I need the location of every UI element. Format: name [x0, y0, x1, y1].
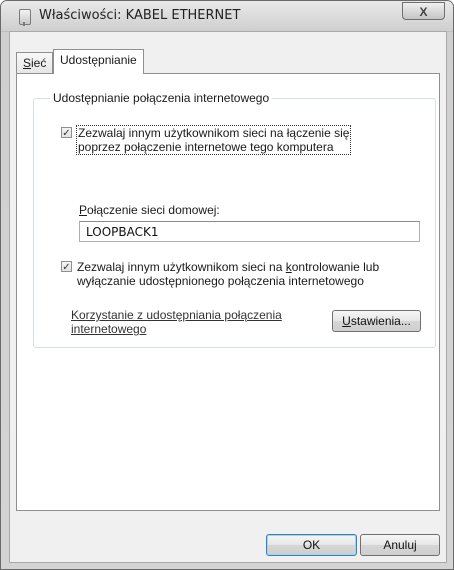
tab-sharing[interactable]: Udostępnianie — [53, 49, 144, 74]
settings-button[interactable]: Ustawienia... — [332, 310, 421, 332]
allow-connect-line1: Zezwalaj innym użytkownikom sieci na łąc… — [78, 126, 350, 140]
tab-sharing-label: Udostępnianie — [60, 53, 137, 67]
allow-control-line1a: Zezwalaj innym użytkownikom sieci na — [77, 260, 286, 274]
sharing-help-link-line1: Korzystanie z udostępniania połączenia — [71, 308, 282, 322]
dialog-client-area: Sieć Udostępnianie Udostępnianie połącze… — [9, 31, 447, 563]
allow-control-line1b: ontrolowanie lub — [291, 260, 380, 274]
home-connection-accel: P — [79, 203, 88, 217]
ok-button[interactable]: OK — [266, 534, 357, 556]
tab-network-accel: S — [23, 56, 32, 70]
group-title: Udostępnianie połączenia internetowego — [50, 91, 273, 105]
home-connection-label: Połączenie sieci domowej: — [79, 203, 220, 217]
allow-connect-line2: poprzez połączenie internetowe tego komp… — [78, 140, 334, 154]
sharing-help-link[interactable]: Korzystanie z udostępniania połączenia i… — [71, 308, 311, 336]
title-bar[interactable]: Właściwości: KABEL ETHERNET X — [1, 1, 453, 32]
network-adapter-icon — [19, 9, 31, 26]
window-title: Właściwości: KABEL ETHERNET — [39, 8, 241, 23]
close-button[interactable]: X — [402, 2, 445, 20]
sharing-help-link-line2: internetowego — [71, 322, 147, 336]
tab-network[interactable]: Sieć — [16, 52, 54, 73]
allow-control-checkbox[interactable]: ✓ — [61, 261, 72, 273]
settings-label: stawienia... — [350, 314, 411, 328]
allow-control-label[interactable]: Zezwalaj innym użytkownikom sieci na kon… — [77, 260, 379, 288]
allow-connect-checkbox[interactable]: ✓ — [61, 127, 72, 139]
cancel-button[interactable]: Anuluj — [360, 534, 440, 556]
allow-control-line2: wyłączanie udostępnionego połączenia int… — [77, 274, 364, 288]
tab-network-label: ieć — [31, 56, 47, 70]
settings-accel: U — [342, 314, 351, 328]
home-connection-input[interactable] — [79, 221, 420, 242]
home-connection-label-text: ołączenie sieci domowej: — [87, 203, 220, 217]
properties-window: Właściwości: KABEL ETHERNET X Sieć Udost… — [0, 0, 454, 570]
allow-connect-label[interactable]: Zezwalaj innym użytkownikom sieci na łąc… — [76, 125, 352, 155]
